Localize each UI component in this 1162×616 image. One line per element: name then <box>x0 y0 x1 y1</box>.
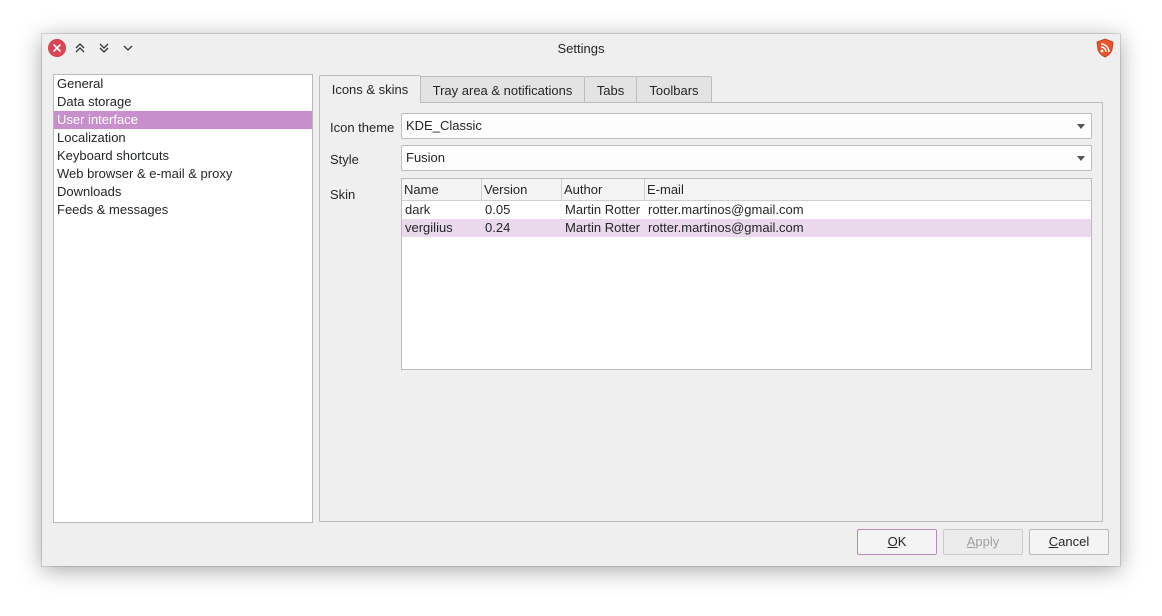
ok-label-rest: K <box>897 534 907 549</box>
rss-shield-icon <box>1095 38 1115 58</box>
skin-author: Martin Rotter <box>565 220 641 235</box>
tab-icons-skins[interactable]: Icons & skins <box>319 75 421 103</box>
table-header: Name Version Author E-mail <box>402 179 1091 201</box>
sidebar-item-general[interactable]: General <box>54 75 312 93</box>
sidebar-item-feeds-messages[interactable]: Feeds & messages <box>54 201 312 219</box>
sidebar-item-web-browser[interactable]: Web browser & e-mail & proxy <box>54 165 312 183</box>
style-combo[interactable]: Fusion <box>401 145 1092 171</box>
ok-mnemonic: O <box>887 534 898 549</box>
skin-email: rotter.martinos@gmail.com <box>648 202 804 217</box>
column-header-author[interactable]: Author <box>562 179 645 200</box>
column-header-version[interactable]: Version <box>482 179 562 200</box>
icon-theme-value: KDE_Classic <box>406 118 482 133</box>
tab-tray-area[interactable]: Tray area & notifications <box>420 76 585 103</box>
skin-version: 0.24 <box>485 220 511 235</box>
icon-theme-label: Icon theme <box>330 120 395 135</box>
sidebar-item-user-interface[interactable]: User interface <box>54 111 312 129</box>
dropdown-arrow-icon <box>1077 156 1085 161</box>
skin-name: vergilius <box>405 220 453 235</box>
cancel-mnemonic: C <box>1048 534 1059 549</box>
table-row[interactable]: vergilius 0.24 Martin Rotter rotter.mart… <box>402 219 1091 237</box>
skin-name: dark <box>405 202 431 217</box>
sidebar-item-downloads[interactable]: Downloads <box>54 183 312 201</box>
cancel-label-rest: ancel <box>1058 534 1090 549</box>
dropdown-arrow-icon <box>1077 124 1085 129</box>
table-row[interactable]: dark 0.05 Martin Rotter rotter.martinos@… <box>402 201 1091 219</box>
ok-button[interactable]: OK <box>857 529 937 555</box>
sidebar-item-keyboard-shortcuts[interactable]: Keyboard shortcuts <box>54 147 312 165</box>
title-bar: Settings <box>42 34 1120 64</box>
skin-version: 0.05 <box>485 202 511 217</box>
style-value: Fusion <box>406 150 446 165</box>
skins-table[interactable]: Name Version Author E-mail dark 0.05 Mar… <box>401 178 1092 370</box>
icon-theme-combo[interactable]: KDE_Classic <box>401 113 1092 139</box>
skin-label: Skin <box>330 187 356 202</box>
window-title: Settings <box>557 41 605 56</box>
cancel-button[interactable]: Cancel <box>1029 529 1109 555</box>
column-header-name[interactable]: Name <box>402 179 482 200</box>
apply-label-rest: pply <box>975 534 1000 549</box>
column-header-email[interactable]: E-mail <box>645 179 1091 200</box>
tab-toolbars[interactable]: Toolbars <box>636 76 712 103</box>
skin-author: Martin Rotter <box>565 202 641 217</box>
icons-skins-pane: Icon theme KDE_Classic Style Fusion Skin… <box>319 102 1103 522</box>
sidebar-item-data-storage[interactable]: Data storage <box>54 93 312 111</box>
apply-button[interactable]: Apply <box>943 529 1023 555</box>
tab-tabs[interactable]: Tabs <box>584 76 637 103</box>
settings-window: Settings General Data storage User inter… <box>42 34 1120 566</box>
style-label: Style <box>330 152 359 167</box>
sidebar-item-localization[interactable]: Localization <box>54 129 312 147</box>
category-list[interactable]: General Data storage User interface Loca… <box>53 74 313 523</box>
skin-email: rotter.martinos@gmail.com <box>648 220 804 235</box>
